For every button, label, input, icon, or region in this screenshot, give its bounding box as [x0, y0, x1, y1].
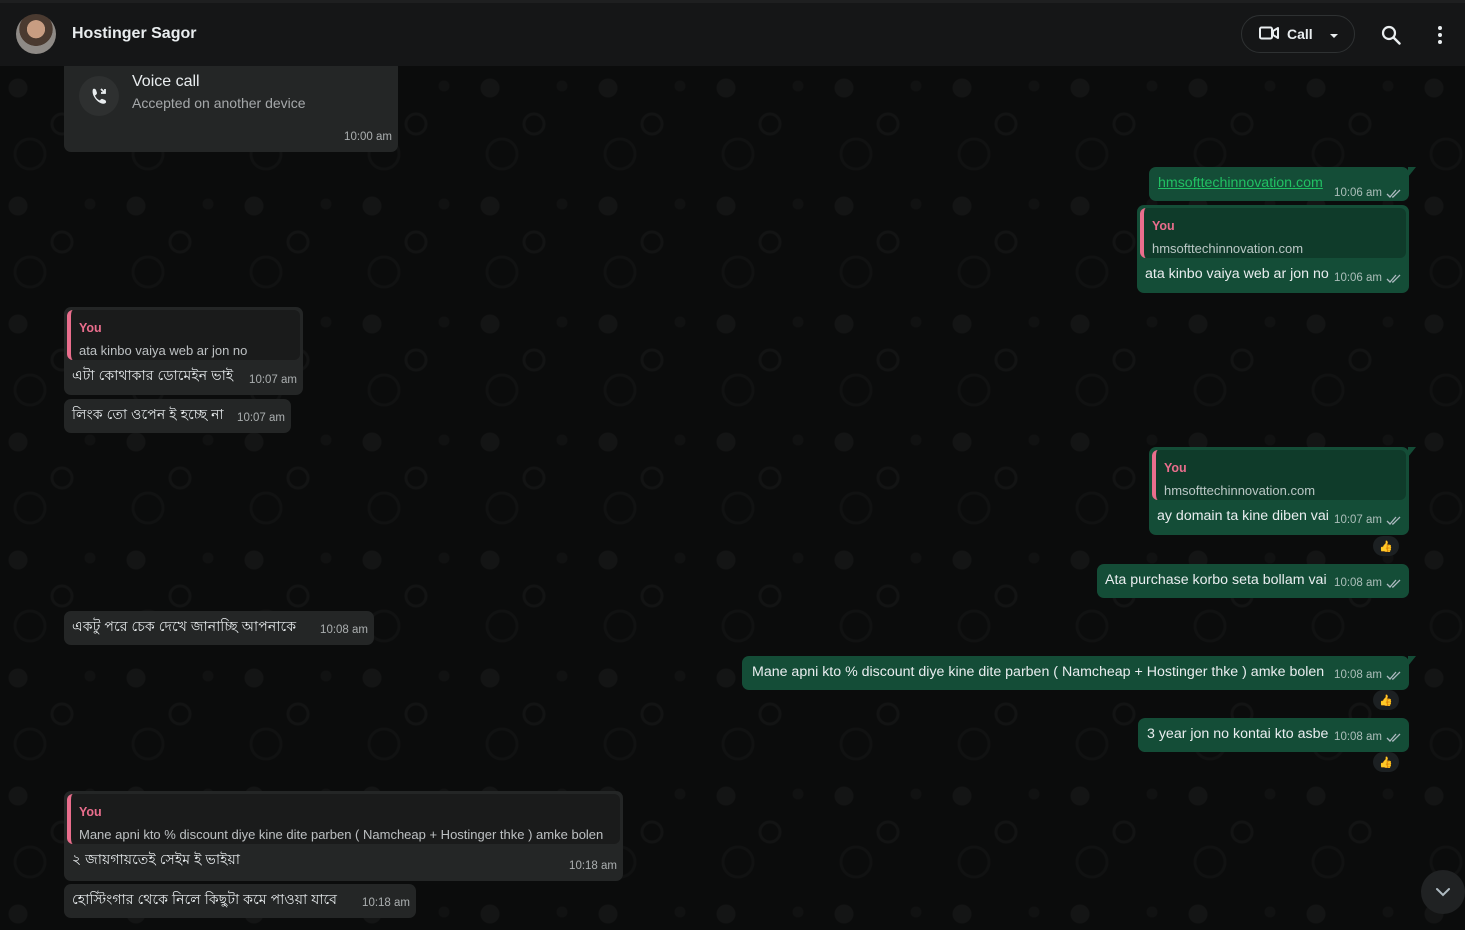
quoted-message[interactable]: You hmsofttechinnovation.com: [1152, 450, 1406, 500]
double-check-icon: [1386, 671, 1401, 680]
video-camera-icon: [1259, 26, 1279, 43]
message-time: 10:08 am: [1334, 574, 1402, 593]
message-text: লিংক তো ওপেন ই হচ্ছে না: [72, 407, 224, 423]
incoming-call-icon: [79, 76, 119, 116]
outgoing-message: Ata purchase korbo seta bollam vai 10:08…: [1097, 564, 1409, 598]
chevron-down-icon: [1436, 888, 1450, 897]
avatar[interactable]: [16, 14, 56, 54]
call-button-label: Call: [1287, 26, 1313, 42]
double-check-icon: [1386, 189, 1401, 198]
message-text: 3 year jon no kontai kto asbe: [1147, 726, 1329, 742]
message-time: 10:08 am: [320, 624, 368, 636]
quoted-author: You: [79, 321, 102, 335]
quoted-message[interactable]: You ata kinbo vaiya web ar jon no: [67, 310, 300, 360]
chevron-down-icon: [1329, 26, 1339, 42]
quoted-author: You: [79, 805, 102, 819]
quoted-text: Mane apni kto % discount diye kine dite …: [79, 827, 604, 842]
quoted-text: hmsofttechinnovation.com: [1152, 241, 1304, 256]
incoming-message: একটু পরে চেক দেখে জানাচ্ছি আপনাকে 10:08 …: [64, 611, 374, 645]
chat-header: Hostinger Sagor Call: [0, 0, 1465, 66]
double-check-icon: [1386, 516, 1401, 525]
incoming-message: লিংক তো ওপেন ই হচ্ছে না 10:07 am: [64, 399, 291, 433]
message-link[interactable]: hmsofttechinnovation.com: [1158, 174, 1323, 193]
search-icon[interactable]: [1378, 22, 1404, 48]
reaction-badge[interactable]: 👍: [1373, 690, 1399, 710]
contact-name[interactable]: Hostinger Sagor: [72, 25, 196, 43]
double-check-icon: [1386, 274, 1401, 283]
message-time: 10:18 am: [569, 860, 617, 872]
message-time: 10:08 am: [1334, 728, 1402, 747]
message-text: ata kinbo vaiya web ar jon no: [1145, 266, 1329, 282]
voice-call-title: Voice call: [132, 73, 200, 90]
message-time: 10:00 am: [344, 131, 392, 143]
reaction-badge[interactable]: 👍: [1373, 536, 1399, 556]
message-text: হোস্টিংগার থেকে নিলে কিছুটা কমে পাওয়া য…: [72, 892, 338, 908]
quoted-author: You: [1152, 219, 1175, 233]
message-text: Ata purchase korbo seta bollam vai: [1105, 572, 1327, 588]
reaction-badge[interactable]: 👍: [1373, 752, 1399, 772]
voice-call-message: Voice call Accepted on another device 10…: [64, 66, 398, 152]
voice-call-subtitle: Accepted on another device: [132, 95, 306, 111]
double-check-icon: [1386, 733, 1401, 742]
incoming-message: হোস্টিংগার থেকে নিলে কিছুটা কমে পাওয়া য…: [64, 884, 416, 918]
message-time: 10:07 am: [1334, 511, 1402, 530]
message-time: 10:08 am: [1334, 666, 1402, 685]
message-text: Mane apni kto % discount diye kine dite …: [752, 664, 1325, 680]
incoming-reply-message: You Mane apni kto % discount diye kine d…: [64, 791, 623, 881]
call-button[interactable]: Call: [1241, 15, 1355, 53]
outgoing-reply-message: You hmsofttechinnovation.com ay domain t…: [1149, 447, 1416, 535]
vertical-dots-icon[interactable]: [1428, 22, 1452, 48]
message-text: এটা কোথাকার ডোমেইন ভাই: [72, 368, 234, 384]
message-time: 10:07 am: [249, 374, 297, 386]
message-text: একটু পরে চেক দেখে জানাচ্ছি আপনাকে: [72, 619, 297, 635]
message-time: 10:06 am: [1334, 269, 1402, 288]
message-time: 10:07 am: [237, 412, 285, 424]
scroll-to-bottom-button[interactable]: [1421, 870, 1465, 914]
quoted-text: ata kinbo vaiya web ar jon no: [79, 343, 248, 358]
chat-area[interactable]: Voice call Accepted on another device 10…: [0, 66, 1465, 930]
quoted-message[interactable]: You Mane apni kto % discount diye kine d…: [67, 794, 620, 844]
outgoing-reply-message: You hmsofttechinnovation.com ata kinbo v…: [1137, 205, 1409, 293]
message-text: ay domain ta kine diben vai: [1157, 508, 1329, 524]
quoted-message[interactable]: You hmsofttechinnovation.com: [1140, 208, 1406, 258]
message-time: 10:06 am: [1334, 184, 1402, 203]
outgoing-message: 3 year jon no kontai kto asbe 10:08 am: [1138, 718, 1409, 752]
quoted-author: You: [1164, 461, 1187, 475]
message-text: ২ জায়গায়তেই সেইম ই ভাইয়া: [72, 852, 240, 868]
outgoing-message: Mane apni kto % discount diye kine dite …: [742, 656, 1416, 690]
quoted-text: hmsofttechinnovation.com: [1164, 483, 1316, 498]
outgoing-message: hmsofttechinnovation.com 10:06 am: [1149, 167, 1416, 203]
message-time: 10:18 am: [362, 897, 410, 909]
double-check-icon: [1386, 579, 1401, 588]
incoming-reply-message: You ata kinbo vaiya web ar jon no এটা কো…: [64, 307, 303, 395]
